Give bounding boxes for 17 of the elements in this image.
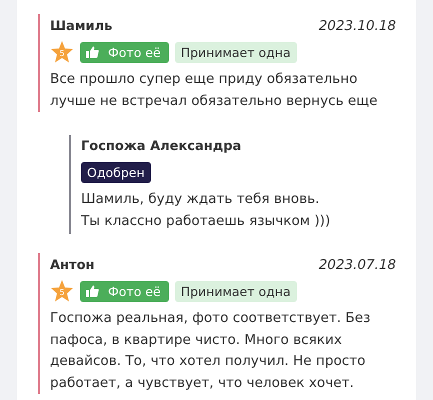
- tag: Принимает одна: [174, 280, 297, 302]
- review-date: 2023.10.18: [318, 18, 396, 34]
- reply-author: Госпожа Александра: [81, 139, 242, 154]
- tag: Принимает одна: [174, 42, 297, 62]
- thumbs-up-icon: [86, 285, 99, 297]
- rating-star-icon: 5: [50, 279, 74, 303]
- review-text: Госпожа реальная, фото соответствует. Без пафоса, в квартире чисто. Много всяких девайсов. То, что хотел получил. Не просто работает, а чувствует, что человек хочет.: [50, 309, 372, 392]
- status-badge: Одобрен: [81, 162, 151, 183]
- rating-star-icon: 5: [50, 40, 74, 64]
- reply-text: Шамиль, буду ждать тебя вновь. Ты классно работаешь язычком ))): [81, 190, 332, 230]
- review-text: Все прошло супер еще приду обязательно лучше не встречал обязательно вернусь еще: [50, 70, 378, 110]
- author-name: Шамиль: [50, 19, 112, 34]
- thumbs-up-icon: [86, 46, 99, 58]
- photo-tag: Фото её: [80, 280, 169, 302]
- photo-tag: Фото её: [80, 42, 169, 62]
- author-name: Антон: [50, 258, 94, 273]
- review-date: 2023.07.18: [318, 257, 396, 273]
